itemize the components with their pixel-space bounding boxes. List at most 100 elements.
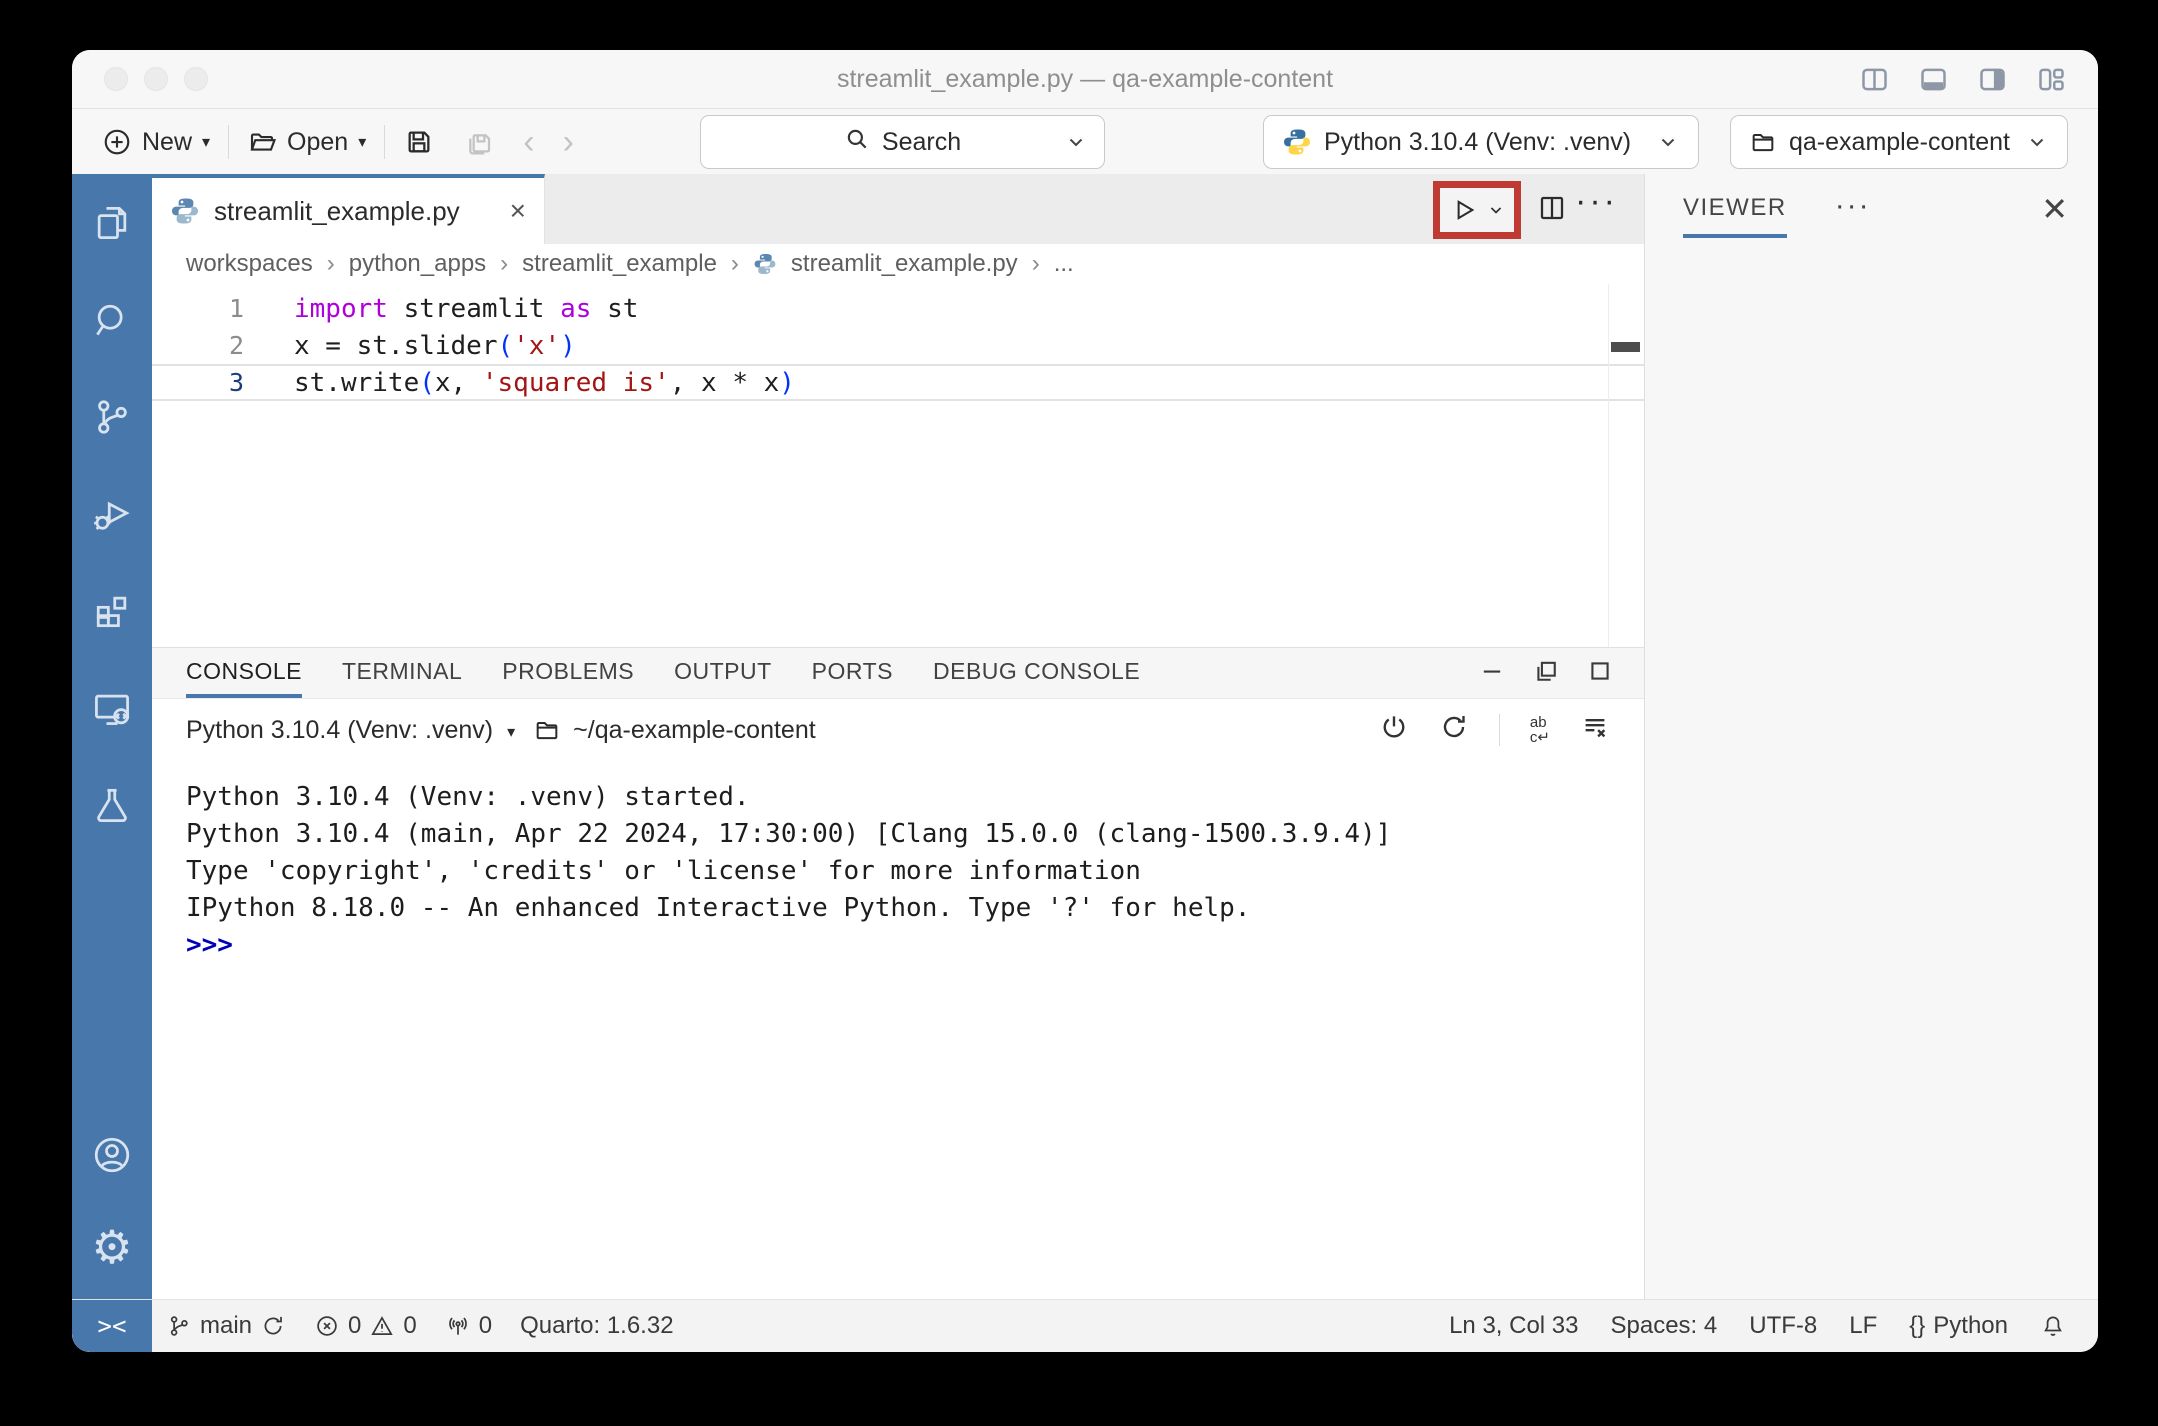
restart-icon[interactable] xyxy=(1439,712,1469,749)
eol-setting[interactable]: LF xyxy=(1833,1300,1893,1352)
scrollbar-thumb[interactable] xyxy=(1611,342,1640,352)
window-title: streamlit_example.py — qa-example-conten… xyxy=(837,65,1333,94)
panel-tab-debug-console[interactable]: DEBUG CONSOLE xyxy=(933,648,1140,698)
minimize-window-icon[interactable] xyxy=(144,67,168,91)
breadcrumb-item[interactable]: python_apps xyxy=(349,250,486,278)
sync-icon xyxy=(260,1313,286,1339)
console-interpreter-label[interactable]: Python 3.10.4 (Venv: .venv) xyxy=(186,716,493,745)
cursor-position[interactable]: Ln 3, Col 33 xyxy=(1433,1300,1594,1352)
breadcrumb-separator: › xyxy=(500,250,508,278)
console-line: Python 3.10.4 (main, Apr 22 2024, 17:30:… xyxy=(186,816,1610,853)
quarto-version-label: Quarto: 1.6.32 xyxy=(520,1312,673,1340)
remote-explorer-icon[interactable] xyxy=(89,685,135,731)
interpreter-label: Python 3.10.4 (Venv: .venv) xyxy=(1324,128,1631,157)
minimize-panel-icon[interactable] xyxy=(1478,657,1506,690)
viewer-panel: VIEWER ··· ✕ xyxy=(1645,174,2098,1300)
language-label: Python xyxy=(1933,1312,2008,1340)
python-file-icon xyxy=(753,252,777,276)
code-editor[interactable]: 1import streamlit as st2x = st.slider('x… xyxy=(152,284,1644,647)
quarto-version[interactable]: Quarto: 1.6.32 xyxy=(506,1300,687,1352)
ports-status[interactable]: 0 xyxy=(431,1300,506,1352)
editor-tab-strip: streamlit_example.py × ··· xyxy=(152,174,1644,244)
encoding-setting[interactable]: UTF-8 xyxy=(1733,1300,1833,1352)
account-icon[interactable] xyxy=(89,1132,135,1178)
problems-status[interactable]: 0 0 xyxy=(300,1300,431,1352)
interpreter-selector[interactable]: Python 3.10.4 (Venv: .venv) xyxy=(1263,115,1699,169)
run-options-chevron-icon[interactable] xyxy=(1486,200,1506,220)
breadcrumb-item[interactable]: streamlit_example.py xyxy=(791,250,1018,278)
panel-tab-ports[interactable]: PORTS xyxy=(812,648,893,698)
code-text: st.write(x, 'squared is', x * x) xyxy=(244,368,795,398)
viewer-more-actions-icon[interactable]: ··· xyxy=(1835,194,1871,218)
word-wrap-icon[interactable]: abc↵ xyxy=(1530,715,1550,745)
remote-indicator[interactable]: >< xyxy=(72,1300,152,1352)
open-button[interactable]: Open ▾ xyxy=(233,115,380,169)
split-columns-icon[interactable] xyxy=(1858,63,1891,101)
git-branch-status[interactable]: main xyxy=(152,1300,300,1352)
app-window: streamlit_example.py — qa-example-conten… xyxy=(72,50,2098,1352)
workspace-label: qa-example-content xyxy=(1789,128,2010,157)
source-control-icon[interactable] xyxy=(89,394,135,440)
console-output[interactable]: Python 3.10.4 (Venv: .venv) started.Pyth… xyxy=(152,761,1644,1300)
split-editor-icon[interactable] xyxy=(1536,192,1568,229)
settings-gear-icon[interactable]: ⚙ xyxy=(89,1224,135,1270)
panel-bottom-icon[interactable] xyxy=(1917,63,1950,101)
forwarded-ports-count: 0 xyxy=(479,1312,492,1340)
new-button[interactable]: New ▾ xyxy=(88,115,224,169)
search-input[interactable]: Search xyxy=(700,115,1105,169)
python-file-icon xyxy=(170,196,200,226)
clear-console-icon[interactable] xyxy=(1580,712,1610,749)
run-and-debug-icon[interactable] xyxy=(89,491,135,537)
warning-count: 0 xyxy=(403,1312,416,1340)
restore-panel-icon[interactable] xyxy=(1532,657,1560,690)
line-number: 3 xyxy=(152,368,244,397)
testing-icon[interactable] xyxy=(89,782,135,828)
tab-viewer[interactable]: VIEWER xyxy=(1683,194,1787,238)
toolbar-divider xyxy=(384,125,385,159)
maximize-panel-icon[interactable] xyxy=(1586,657,1614,690)
custom-layout-icon[interactable] xyxy=(2035,63,2068,101)
new-button-label: New xyxy=(142,128,192,157)
tab-streamlit-example[interactable]: streamlit_example.py × xyxy=(152,174,545,244)
breadcrumb: workspaces › python_apps › streamlit_example… xyxy=(152,244,1644,284)
code-line[interactable]: 3st.write(x, 'squared is', x * x) xyxy=(152,364,1644,401)
breadcrumb-item[interactable]: workspaces xyxy=(186,250,313,278)
code-line[interactable]: 1import streamlit as st xyxy=(152,290,1644,327)
folder-icon xyxy=(1749,128,1777,156)
panel-tab-console[interactable]: CONSOLE xyxy=(186,648,302,698)
line-number: 2 xyxy=(152,331,244,360)
panel-tab-terminal[interactable]: TERMINAL xyxy=(342,648,462,698)
run-play-button[interactable] xyxy=(1448,195,1478,225)
more-actions-icon[interactable]: ··· xyxy=(1575,182,1618,221)
power-icon[interactable] xyxy=(1379,712,1409,749)
code-line[interactable]: 2x = st.slider('x') xyxy=(152,327,1644,364)
open-button-label: Open xyxy=(287,128,348,157)
search-icon[interactable] xyxy=(89,297,135,343)
breadcrumb-item[interactable]: streamlit_example xyxy=(522,250,717,278)
language-mode[interactable]: {}Python xyxy=(1893,1300,2024,1352)
breadcrumb-item[interactable]: ... xyxy=(1054,250,1074,278)
activity-bar: ⚙ xyxy=(72,174,152,1300)
indentation-setting[interactable]: Spaces: 4 xyxy=(1595,1300,1734,1352)
chevron-down-icon[interactable] xyxy=(1064,130,1088,154)
save-button[interactable] xyxy=(389,126,449,158)
traffic-lights[interactable] xyxy=(104,67,208,91)
zoom-window-icon[interactable] xyxy=(184,67,208,91)
panel-tab-problems[interactable]: PROBLEMS xyxy=(502,648,634,698)
notifications-bell-icon[interactable] xyxy=(2024,1300,2082,1352)
tab-close-icon[interactable]: × xyxy=(510,195,526,227)
extensions-icon[interactable] xyxy=(89,588,135,634)
panel-tab-output[interactable]: OUTPUT xyxy=(674,648,772,698)
editor-scrollbar[interactable] xyxy=(1608,284,1644,647)
run-button-highlight xyxy=(1433,181,1521,239)
viewer-close-icon[interactable]: ✕ xyxy=(2041,190,2068,228)
panel-right-icon[interactable] xyxy=(1976,63,2009,101)
explorer-icon[interactable] xyxy=(89,200,135,246)
toolbar-divider xyxy=(1499,714,1500,746)
warning-triangle-icon xyxy=(369,1313,395,1339)
console-line: Type 'copyright', 'credits' or 'license'… xyxy=(186,853,1610,890)
workspace-selector[interactable]: qa-example-content xyxy=(1730,115,2068,169)
close-window-icon[interactable] xyxy=(104,67,128,91)
breadcrumb-separator: › xyxy=(731,250,739,278)
tab-label: streamlit_example.py xyxy=(214,196,460,227)
